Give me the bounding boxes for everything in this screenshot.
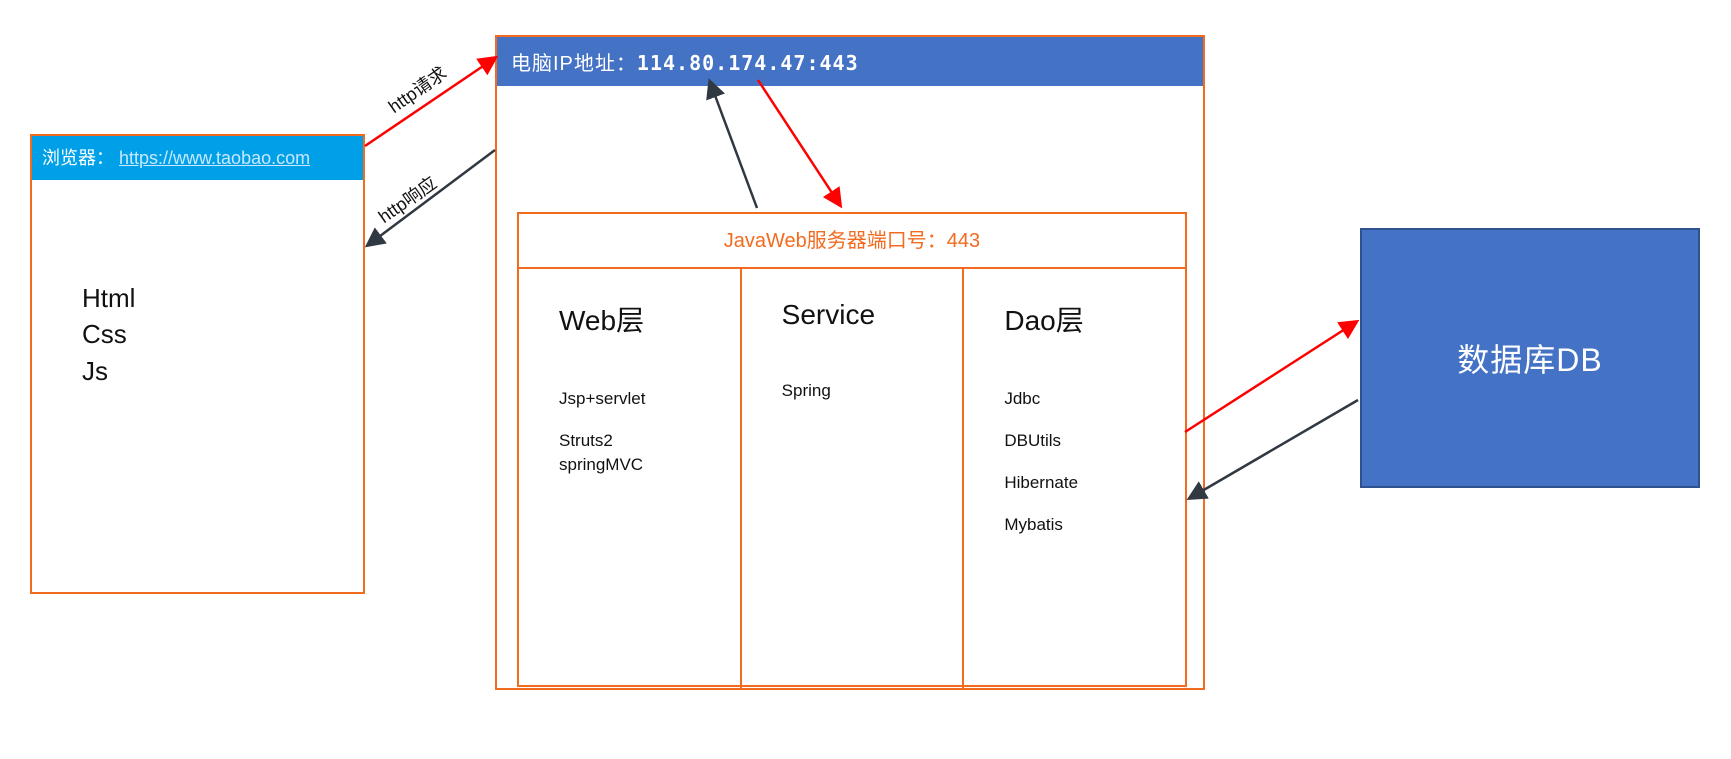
jw-service-item: Spring (782, 381, 963, 401)
browser-title-prefix: 浏览器： (42, 148, 114, 168)
database-box: 数据库DB (1360, 228, 1700, 488)
jw-col-dao: Dao层 Jdbc DBUtils Hibernate Mybatis (964, 269, 1185, 688)
server-ip: 114.80.174.47:443 (637, 51, 859, 75)
arrow-dao-to-db (1185, 322, 1356, 432)
server-title-bar: 电脑IP地址：114.80.174.47:443 (497, 37, 1203, 86)
browser-body: Html Css Js (32, 180, 363, 389)
javaweb-columns: Web层 Jsp+servlet Struts2 springMVC Servi… (519, 269, 1185, 688)
jw-dao-item: DBUtils (1004, 431, 1185, 451)
jw-web-item: springMVC (559, 455, 740, 475)
jw-col-service: Service Spring (742, 269, 965, 688)
label-http-request: http请求 (383, 59, 452, 118)
javaweb-box: JavaWeb服务器端口号：443 Web层 Jsp+servlet Strut… (517, 212, 1187, 687)
jw-dao-item: Mybatis (1004, 515, 1185, 535)
browser-box: 浏览器： https://www.taobao.com Html Css Js (30, 134, 365, 594)
database-label: 数据库DB (1457, 335, 1602, 381)
jw-col-dao-heading: Dao层 (1004, 299, 1185, 339)
jw-dao-item: Hibernate (1004, 473, 1185, 493)
server-title-prefix: 电脑IP地址： (511, 53, 637, 75)
jw-dao-item: Jdbc (1004, 389, 1185, 409)
browser-title-bar: 浏览器： https://www.taobao.com (32, 136, 363, 180)
server-box: 电脑IP地址：114.80.174.47:443 JavaWeb服务器端口号：4… (495, 35, 1205, 690)
jw-col-service-heading: Service (782, 299, 963, 331)
browser-tech-html: Html (82, 280, 363, 316)
jw-col-web: Web层 Jsp+servlet Struts2 springMVC (519, 269, 742, 688)
jw-web-item: Struts2 (559, 431, 740, 451)
jw-col-web-heading: Web层 (559, 299, 740, 339)
browser-tech-css: Css (82, 316, 363, 352)
arrow-db-to-dao (1190, 400, 1358, 498)
javaweb-title: JavaWeb服务器端口号：443 (519, 214, 1185, 269)
label-http-response: http响应 (373, 169, 442, 228)
jw-web-item: Jsp+servlet (559, 389, 740, 409)
browser-tech-js: Js (82, 353, 363, 389)
browser-url-link[interactable]: https://www.taobao.com (119, 148, 310, 168)
